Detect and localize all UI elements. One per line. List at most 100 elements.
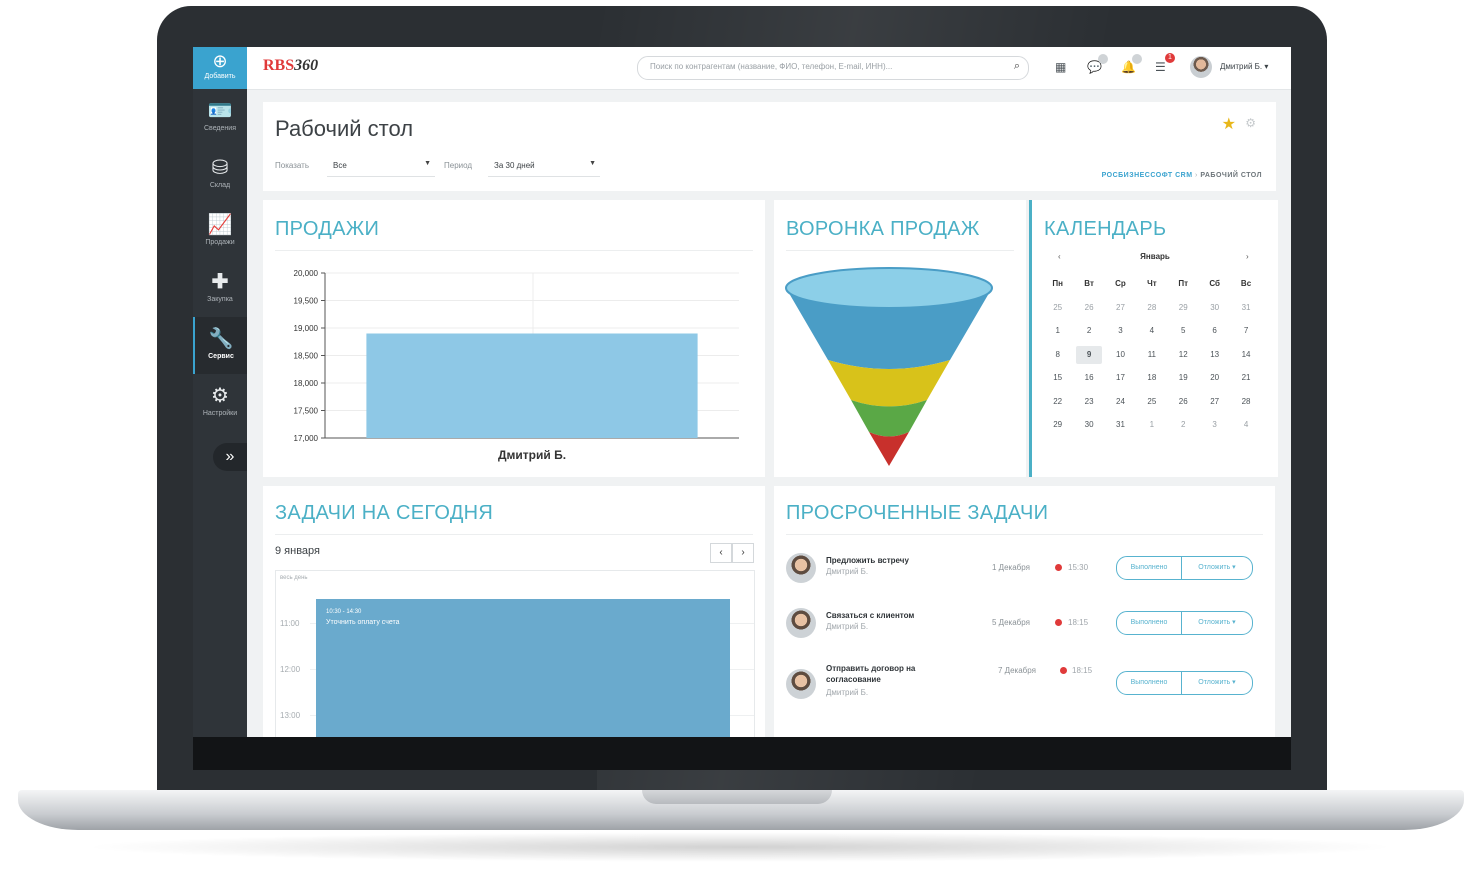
calendar-day[interactable]: 29 [1168,296,1199,320]
add-button[interactable]: ⊕ Добавить [193,47,247,89]
calendar-day[interactable]: 27 [1105,296,1136,320]
tasks-badge: 1 [1165,53,1175,63]
calendar-day-number: 29 [1178,302,1188,312]
star-icon[interactable]: ★ [1222,114,1236,134]
calendar-day[interactable]: 15 [1042,366,1073,390]
calendar-day[interactable]: 6 [1199,319,1230,343]
calendar-week-row: 25 26 27 28 29 30 31 [1042,296,1262,320]
user-avatar[interactable] [1190,56,1212,78]
calendar-day[interactable]: 27 [1199,390,1230,414]
calendar-day[interactable]: 31 [1105,413,1136,437]
overdue-task-row[interactable]: Предложить встречу Дмитрий Б. 1 Декабря … [774,553,1275,603]
calendar-day[interactable]: 21 [1230,366,1261,390]
calendar-icon[interactable]: ▦ [1055,60,1066,74]
search-placeholder: Поиск по контрагентам (название, ФИО, те… [650,62,893,71]
calendar-day[interactable]: 1 [1042,319,1073,343]
search-input[interactable]: Поиск по контрагентам (название, ФИО, те… [637,56,1029,80]
logo-number: 360 [294,57,319,74]
calendar-week-row: 29 30 31 1 2 3 4 [1042,413,1262,437]
event-title: Уточнить оплату счета [326,619,400,626]
calendar-day-number: 18 [1147,373,1157,382]
calendar-day[interactable]: 30 [1073,413,1104,437]
calendar-day[interactable]: 24 [1105,390,1136,414]
sidebar-item-label: Сведения [204,125,236,132]
calendar-day[interactable]: 28 [1136,296,1167,320]
calendar-day[interactable]: 25 [1042,296,1073,320]
done-button[interactable]: Выполнено [1117,557,1182,579]
postpone-button[interactable]: Отложить ▾ [1182,672,1252,694]
sidebar-item-settings[interactable]: ⚙ Настройки [193,374,247,431]
task-title[interactable]: Отправить договор на согласование [826,663,956,685]
period-select[interactable]: За 30 дней ▼ [488,154,600,177]
calendar-day[interactable]: 16 [1073,366,1104,390]
postpone-button[interactable]: Отложить ▾ [1182,557,1252,579]
show-value: Все [333,161,347,170]
cogs-icon[interactable]: ⚙ [1245,116,1256,130]
sidebar-item-info[interactable]: 🪪 Сведения [193,89,247,146]
calendar-day[interactable]: 2 [1168,413,1199,437]
postpone-button[interactable]: Отложить ▾ [1182,612,1252,634]
app-screen: ⊕ Добавить 🪪 Сведения ⛁ Склад 📈 Продажи … [193,47,1291,737]
calendar-day[interactable]: 20 [1199,366,1230,390]
next-day-button[interactable]: › [732,543,754,563]
sidebar-item-sales[interactable]: 📈 Продажи [193,203,247,260]
calendar-day[interactable]: 26 [1073,296,1104,320]
search-icon[interactable]: ⌕ [1014,60,1020,73]
calendar-day[interactable]: 30 [1199,296,1230,320]
calendar-day[interactable]: 7 [1230,319,1261,343]
funnel-chart [785,267,993,466]
calendar-day[interactable]: 1 [1136,413,1167,437]
page-title: Рабочий стол [275,116,414,141]
calendar-next-button[interactable]: › [1246,252,1249,261]
calendar-day[interactable]: 17 [1105,366,1136,390]
sidebar-item-service[interactable]: 🔧 Сервис [193,317,247,374]
task-title[interactable]: Предложить встречу [826,555,956,566]
calendar-day[interactable]: 23 [1073,390,1104,414]
sidebar-item-purchase[interactable]: ✚ Закупка [193,260,247,317]
calendar-day[interactable]: 11 [1136,343,1167,367]
task-title[interactable]: Связаться с клиентом [826,610,956,621]
calendar-event[interactable]: 10:30 - 14:30 Уточнить оплату счета [316,599,730,737]
calendar-day[interactable]: 4 [1136,319,1167,343]
done-button[interactable]: Выполнено [1117,672,1182,694]
calendar-day[interactable]: 3 [1199,413,1230,437]
hour-label: 12:00 [280,665,301,674]
show-select[interactable]: Все ▼ [327,154,435,177]
calendar-day[interactable]: 26 [1168,390,1199,414]
calendar-day[interactable]: 8 [1042,343,1073,367]
tasks-icon[interactable]: ☰ [1155,60,1166,74]
calendar-day[interactable]: 13 [1199,343,1230,367]
today-tasks-panel: ЗАДАЧИ НА СЕГОДНЯ 9 января ‹ › весь день… [263,486,765,737]
calendar-day[interactable]: 28 [1230,390,1261,414]
user-menu[interactable]: Дмитрий Б. ▾ [1220,62,1268,71]
prev-day-button[interactable]: ‹ [710,543,732,563]
calendar-day[interactable]: 4 [1230,413,1261,437]
logo[interactable]: RBS360 [263,57,318,75]
laptop-shadow [80,832,1400,862]
calendar-day[interactable]: 5 [1168,319,1199,343]
calendar-day[interactable]: 12 [1168,343,1199,367]
calendar-day[interactable]: 10 [1105,343,1136,367]
expand-sidebar-button[interactable]: » [213,443,247,471]
task-actions: Выполнено Отложить ▾ [1116,611,1253,635]
calendar-day[interactable]: 18 [1136,366,1167,390]
calendar-day[interactable]: 31 [1230,296,1261,320]
calendar-day-number: 30 [1084,420,1094,429]
calendar-day[interactable]: 29 [1042,413,1073,437]
id-card-icon: 🪪 [207,100,233,122]
overdue-task-row[interactable]: Связаться с клиентом Дмитрий Б. 5 Декабр… [774,608,1275,658]
overdue-task-row[interactable]: Отправить договор на согласование Дмитри… [774,663,1275,723]
sidebar-item-warehouse[interactable]: ⛁ Склад [193,146,247,203]
calendar-day[interactable]: 19 [1168,366,1199,390]
calendar-day-number: 8 [1055,349,1060,359]
calendar-day[interactable]: 14 [1230,343,1261,367]
calendar-day[interactable]: 2 [1073,319,1104,343]
calendar-day-today[interactable]: 9 [1073,343,1104,367]
calendar-day[interactable]: 25 [1136,390,1167,414]
breadcrumb: РОСБИЗНЕССОФТ CRM › РАБОЧИЙ СТОЛ [1102,172,1262,179]
calendar-day[interactable]: 22 [1042,390,1073,414]
done-button[interactable]: Выполнено [1117,612,1182,634]
task-user: Дмитрий Б. [826,688,869,697]
calendar-day[interactable]: 3 [1105,319,1136,343]
breadcrumb-crm[interactable]: РОСБИЗНЕССОФТ CRM [1102,172,1193,179]
